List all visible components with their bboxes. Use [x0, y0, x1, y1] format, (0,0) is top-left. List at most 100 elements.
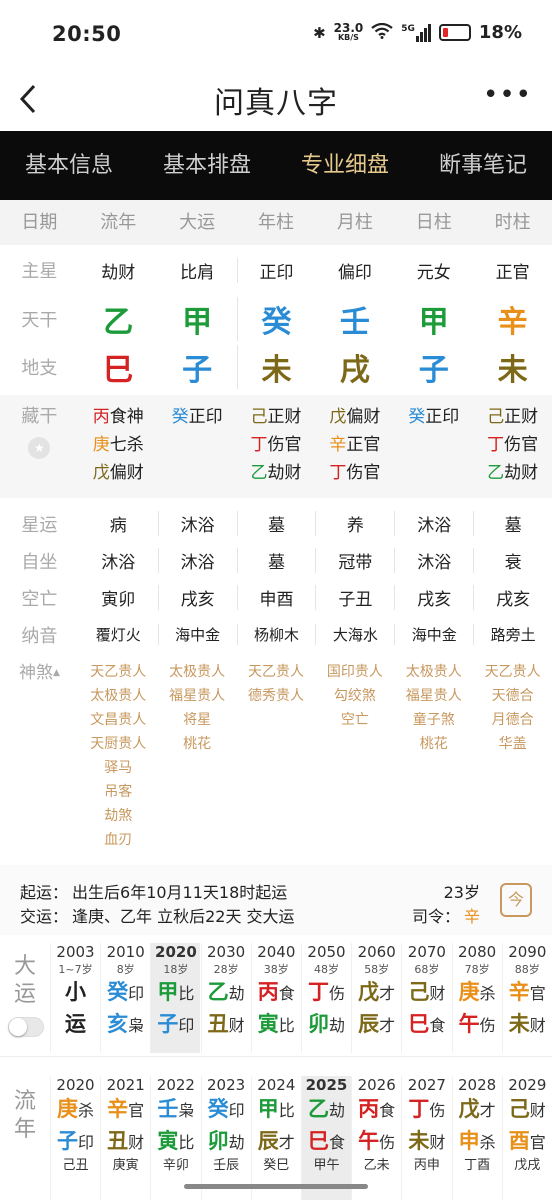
liunian-column[interactable]: 2029 己财 酉官 戊戌: [501, 1076, 552, 1200]
dayun-column[interactable]: 2003 1~7岁小运: [50, 943, 100, 1053]
shensha-label-text: 神煞: [18, 663, 53, 683]
liunian-column[interactable]: 2020 庚杀 子印 己丑: [50, 1076, 100, 1200]
tab-basic-info[interactable]: 基本信息: [0, 131, 138, 200]
dayun-column[interactable]: 2060 58岁 戊才 辰才: [351, 943, 401, 1053]
status-icons: ✱ 23.0 KB/S 5G 18%: [313, 22, 522, 44]
gan-shen: 枭: [178, 1101, 195, 1120]
siling-value: 辛: [463, 907, 480, 926]
liunian-column[interactable]: 2023 癸印 卯劫 壬辰: [200, 1076, 251, 1200]
canggan-toggle-icon[interactable]: ★: [28, 437, 51, 459]
caret-up-icon: ▲: [52, 668, 60, 678]
dayun-toggle[interactable]: [8, 1017, 44, 1037]
gan-shen: 印: [228, 1101, 245, 1120]
gan-row: 丙食: [352, 1094, 401, 1126]
zhi-row: 丑财: [202, 1009, 251, 1041]
zhi-row: 未财: [503, 1009, 552, 1041]
shensha-row: 神煞▲ 天乙贵人 太极贵人 文昌贵人 天厨贵人 驿马 吊客 劫煞 血刃 太极贵人…: [0, 660, 552, 852]
liunian-column[interactable]: 2024 甲比 辰才 癸巳: [250, 1076, 301, 1200]
dayun-column[interactable]: 2040 38岁 丙食 寅比: [250, 943, 301, 1053]
gan-char: 己: [508, 1097, 530, 1121]
more-icon[interactable]: •••: [483, 80, 532, 110]
zizuo-cell: 冠带: [315, 548, 394, 573]
calendar-icon[interactable]: 今: [500, 883, 532, 917]
liunian-column[interactable]: 2025 乙劫 巳食 甲午: [301, 1076, 351, 1200]
canggan-cell: 丙食神 庚七杀 戊偏财: [79, 403, 158, 487]
dizhi-cell: 未: [236, 345, 316, 389]
canggan-cell: 己正财 丁伤官 乙劫财: [237, 403, 316, 487]
age-label: 48岁: [314, 963, 339, 976]
pillars-block: 主星 劫财 比肩 正印 偏印 元女 正官 天干 乙 甲 癸 壬 甲 辛 地支 巳…: [0, 245, 552, 395]
kongwang-row: 空亡 寅卯 戌亥 申酉 子丑 戌亥 戌亥: [0, 579, 552, 616]
dizhi-label: 地支: [21, 358, 58, 379]
gan-char: 甲: [257, 1097, 279, 1121]
gan-char: 庚: [458, 980, 480, 1004]
age-label: 58岁: [364, 963, 390, 976]
liunian-column[interactable]: 2022 壬枭 寅比 辛卯: [150, 1076, 200, 1200]
liunian-column[interactable]: 2021 辛官 丑财 庚寅: [100, 1076, 150, 1200]
zhi-shen: 财: [128, 1133, 145, 1152]
kongwang-cell: 戌亥: [473, 585, 552, 610]
tab-detailed-chart[interactable]: 专业细盘: [276, 131, 414, 200]
zhi-shen: 比: [178, 1133, 195, 1152]
dayun-column[interactable]: 2070 68岁 己财 巳食: [401, 943, 451, 1053]
canggan-shen: 偏财: [346, 407, 381, 427]
tab-notes[interactable]: 断事笔记: [414, 131, 552, 200]
gan-row: 壬枭: [151, 1094, 200, 1126]
gan-shen: 财: [429, 984, 446, 1003]
zhi-shen: 枭: [128, 1016, 145, 1035]
page-title: 问真八字: [214, 86, 338, 121]
battery-percent: 18%: [478, 22, 522, 43]
canggan-gan: 己: [487, 407, 505, 427]
liunian-column[interactable]: 2027 丁伤 未财 丙申: [401, 1076, 451, 1200]
jiaoyun-line: 交运： 逢庚、乙年 立秋后22天 交大运: [20, 903, 295, 927]
gan-row: 己财: [402, 977, 451, 1009]
dizhi-cell: 子: [182, 353, 213, 388]
shensha-item: 太极贵人: [90, 688, 147, 704]
gan-row: 甲比: [252, 1094, 301, 1126]
zhi-char: 辰: [358, 1012, 380, 1036]
xingyun-cell: 沐浴: [394, 511, 473, 536]
gan-char: 庚: [56, 1097, 78, 1121]
qiyun-value: 出生后6年10月11天18时起运: [72, 883, 288, 902]
gan-char: 丙: [257, 980, 279, 1004]
qiyun-info: 起运： 出生后6年10月11天18时起运 交运： 逢庚、乙年 立秋后22天 交大运 …: [0, 865, 552, 935]
canggan-row: 藏干 ★ 丙食神 庚七杀 戊偏财 癸正印 己正财 丁伤官 乙劫财 戊偏财 辛正官…: [0, 403, 552, 487]
canggan-gan: 丙: [92, 407, 110, 427]
shensha-item: 天乙贵人: [484, 664, 541, 680]
liunian-column[interactable]: 2026 丙食 午伤 乙未: [351, 1076, 401, 1200]
gan-shen: 伤: [328, 984, 345, 1003]
gan-row: 乙劫: [302, 1094, 351, 1126]
dayun-column[interactable]: 2010 8岁 癸印 亥枭: [100, 943, 150, 1053]
sub-label: 辛卯: [162, 1158, 189, 1173]
zhi-char: 卯: [207, 1129, 229, 1153]
zhi-row: 辰才: [252, 1126, 301, 1158]
dayun-column[interactable]: 2090 88岁 辛官 未财: [501, 943, 552, 1053]
dizhi-cell: 戌: [339, 353, 370, 388]
shensha-item: 天乙贵人: [248, 664, 304, 680]
tab-basic-chart[interactable]: 基本排盘: [138, 131, 276, 200]
siling-label: 司令：: [411, 907, 460, 926]
kongwang-cell: 寅卯: [101, 590, 136, 610]
shensha-label[interactable]: 神煞▲: [0, 660, 79, 852]
dayun-column[interactable]: 2030 28岁 乙劫 丑财: [200, 943, 251, 1053]
nayin-cell: 大海水: [315, 624, 394, 645]
liunian-column[interactable]: 2028 戊才 申杀 丁酉: [451, 1076, 502, 1200]
dayun-column[interactable]: 2080 78岁 庚杀 午伤: [451, 943, 502, 1053]
home-indicator[interactable]: [184, 1184, 368, 1189]
sub-label: 癸巳: [263, 1158, 290, 1173]
zhi-char: 辰: [257, 1129, 279, 1153]
gan-char: 小: [65, 980, 86, 1004]
sub-label: 庚寅: [112, 1158, 139, 1173]
zizuo-row: 自坐 沐浴 沐浴 墓 冠带 沐浴 衰: [0, 542, 552, 579]
zhi-char: 子: [157, 1012, 179, 1036]
gan-row: 丙食: [252, 977, 301, 1009]
zhi-shen: 劫: [328, 1016, 345, 1035]
nav-bar: 问真八字 •••: [0, 70, 552, 130]
dayun-column[interactable]: 2050 48岁 丁伤 卯劫: [301, 943, 351, 1053]
sub-label: 丙申: [413, 1158, 440, 1173]
zhi-row: 巳食: [302, 1126, 351, 1158]
zhi-char: 未: [408, 1129, 430, 1153]
zhi-row: 午伤: [352, 1126, 401, 1158]
stars-block: 星运 病 沐浴 墓 养 沐浴 墓 自坐 沐浴 沐浴 墓 冠带 沐浴 衰 空亡 寅…: [0, 505, 552, 655]
dayun-column[interactable]: 2020 18岁 甲比 子印: [150, 943, 201, 1053]
